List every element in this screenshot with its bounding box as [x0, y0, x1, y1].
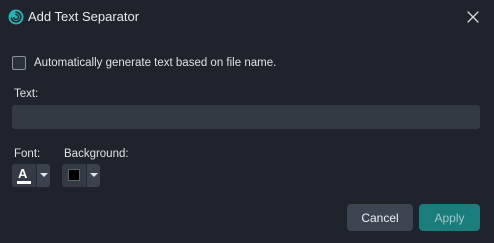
- auto-generate-label: Automatically generate text based on fil…: [34, 57, 277, 69]
- background-color-dropdown[interactable]: [86, 164, 100, 187]
- text-input[interactable]: [12, 105, 480, 129]
- background-color-picker[interactable]: [62, 164, 100, 187]
- cancel-button[interactable]: Cancel: [347, 204, 413, 231]
- font-color-picker[interactable]: A: [12, 164, 50, 187]
- apply-button[interactable]: Apply: [419, 204, 480, 231]
- background-color-button[interactable]: [62, 164, 86, 187]
- app-swirl-icon: [8, 9, 24, 25]
- text-field-label: Text:: [14, 88, 39, 100]
- font-label: Font:: [14, 148, 41, 160]
- chevron-down-icon: [90, 173, 98, 177]
- font-color-button[interactable]: A: [12, 164, 36, 187]
- font-color-swatch: [17, 181, 31, 184]
- dialog-title: Add Text Separator: [28, 9, 140, 24]
- font-color-icon: A: [18, 166, 28, 181]
- font-color-dropdown[interactable]: [36, 164, 50, 187]
- auto-generate-checkbox[interactable]: [12, 56, 26, 70]
- background-color-swatch: [68, 169, 80, 181]
- close-icon[interactable]: [464, 8, 482, 26]
- add-text-separator-dialog: Add Text Separator Automatically generat…: [0, 0, 494, 243]
- chevron-down-icon: [40, 173, 48, 177]
- title-bar: Add Text Separator: [0, 0, 494, 34]
- background-label: Background:: [64, 148, 129, 160]
- auto-generate-option[interactable]: Automatically generate text based on fil…: [12, 54, 276, 72]
